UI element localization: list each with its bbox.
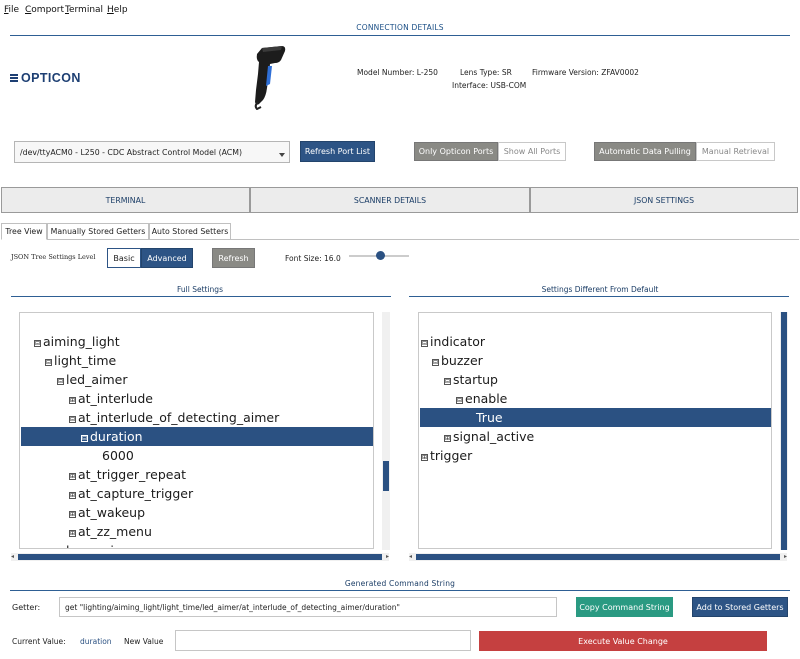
tree-node[interactable]: ⊟ light_time — [45, 351, 116, 370]
scroll-left-icon[interactable]: ◂ — [409, 553, 412, 560]
add-to-stored-getters-button[interactable]: Add to Stored Getters — [692, 597, 788, 617]
refresh-settings-button[interactable]: Refresh — [212, 248, 255, 268]
scrollbar-thumb[interactable] — [18, 554, 382, 560]
connection-details-title: CONNECTION DETAILS — [356, 23, 444, 32]
tree-selection-highlight — [21, 427, 373, 446]
scrollbar-thumb[interactable] — [416, 554, 780, 560]
full-settings-tree[interactable]: ⊟ aiming_light ⊟ light_time ⊟ led_aimer ⊞ at… — [19, 312, 374, 549]
scroll-right-icon[interactable]: ▸ — [386, 553, 389, 560]
tree-node[interactable]: ⊟ led_aimer — [57, 370, 128, 389]
current-value: duration — [80, 637, 112, 646]
refresh-port-list-button[interactable]: Refresh Port List — [300, 141, 375, 162]
tree-node[interactable]: ⊟ buzzer — [432, 351, 483, 370]
scrollbar-thumb[interactable] — [781, 312, 787, 550]
tree-selection-highlight — [420, 408, 771, 427]
tab-auto-stored-setters[interactable]: Auto Stored Setters — [149, 223, 231, 240]
tree-node[interactable]: ⊞ at_interlude — [69, 389, 153, 408]
menu-terminal[interactable]: Terminal — [65, 5, 103, 15]
logo-bars-icon — [10, 72, 18, 83]
tree-node-selected[interactable]: ⊟ duration — [81, 427, 143, 446]
scroll-left-icon[interactable]: ◂ — [11, 553, 14, 560]
port-select[interactable]: /dev/ttyACM0 - L250 - CDC Abstract Contr… — [14, 141, 290, 163]
only-opticon-ports-toggle[interactable]: Only Opticon Ports — [414, 142, 498, 161]
scanner-image — [254, 46, 286, 110]
new-value-label: New Value — [124, 637, 164, 646]
menu-bar: File Comport Terminal Help — [0, 0, 800, 20]
diff-settings-vertical-scrollbar[interactable] — [780, 312, 788, 550]
tree-node[interactable]: ⊞laser_aimer — [57, 541, 139, 548]
connection-divider — [10, 35, 790, 36]
scroll-right-icon[interactable]: ▸ — [784, 553, 787, 560]
diff-settings-title: Settings Different From Default — [541, 285, 659, 294]
tree-node[interactable]: ⊞ at_trigger_repeat — [69, 465, 186, 484]
manual-retrieval-toggle[interactable]: Manual Retrieval — [696, 142, 775, 161]
tree-node[interactable]: ⊟ enable — [456, 389, 507, 408]
tab-scanner-details[interactable]: SCANNER DETAILS — [250, 187, 530, 213]
tab-json-settings[interactable]: JSON SETTINGS — [530, 187, 798, 213]
subtab-baseline — [231, 239, 799, 240]
model-number: Model Number: L-250 — [357, 68, 438, 77]
tree-node[interactable]: ⊟ at_interlude_of_detecting_aimer — [69, 408, 279, 427]
menu-help[interactable]: Help — [107, 5, 128, 15]
getter-command-field[interactable]: get "lighting/aiming_light/light_time/le… — [59, 597, 557, 617]
settings-level-label: JSON Tree Settings Level — [11, 253, 96, 261]
generated-command-title: Generated Command String — [344, 579, 456, 588]
menu-comport[interactable]: Comport — [25, 5, 64, 15]
diff-settings-divider — [409, 296, 789, 297]
basic-level-button[interactable]: Basic — [107, 248, 141, 268]
chevron-down-icon — [279, 153, 285, 157]
menu-file[interactable]: File — [4, 5, 19, 15]
tree-node[interactable]: ⊟ indicator — [421, 332, 485, 351]
diff-settings-horizontal-scrollbar[interactable]: ◂ ▸ — [409, 553, 787, 561]
current-value-label: Current Value: — [12, 637, 66, 646]
tab-terminal[interactable]: TERMINAL — [1, 187, 250, 213]
full-settings-divider — [11, 296, 391, 297]
tree-node[interactable]: ⊞ at_wakeup — [69, 503, 145, 522]
font-size-label: Font Size: 16.0 — [285, 254, 341, 263]
interface-type: Interface: USB-COM — [452, 81, 527, 90]
lens-type: Lens Type: SR — [460, 68, 512, 77]
tree-node[interactable]: ⊞ at_zz_menu — [69, 522, 152, 541]
full-settings-title: Full Settings — [177, 285, 223, 294]
font-size-slider-handle[interactable] — [376, 251, 385, 260]
advanced-level-button[interactable]: Advanced — [141, 248, 193, 268]
new-value-input[interactable] — [175, 630, 471, 651]
tree-node[interactable]: ⊞ at_capture_trigger — [69, 484, 193, 503]
diff-settings-tree[interactable]: ⊟ indicator ⊟ buzzer ⊟ startup ⊟ enable True… — [418, 312, 772, 549]
tree-node[interactable]: ⊞ signal_active — [444, 427, 534, 446]
tree-node[interactable]: ⊞ trigger — [421, 446, 472, 465]
show-all-ports-toggle[interactable]: Show All Ports — [498, 142, 566, 161]
copy-command-string-button[interactable]: Copy Command String — [576, 597, 673, 617]
getter-label: Getter: — [12, 603, 41, 612]
opticon-logo: OPTICON — [10, 71, 81, 85]
automatic-data-pulling-toggle[interactable]: Automatic Data Pulling — [594, 142, 696, 161]
full-settings-vertical-scrollbar[interactable] — [382, 312, 390, 550]
tree-node[interactable]: ⊟ aiming_light — [34, 332, 120, 351]
tree-node[interactable]: ⊟ startup — [444, 370, 498, 389]
scrollbar-thumb[interactable] — [383, 461, 389, 491]
command-divider — [10, 590, 790, 591]
tree-leaf-value-selected[interactable]: True — [476, 408, 503, 427]
firmware-version: Firmware Version: ZFAV0002 — [532, 68, 639, 77]
tab-tree-view[interactable]: Tree View — [1, 223, 47, 240]
execute-value-change-button[interactable]: Execute Value Change — [479, 631, 767, 651]
tab-manually-stored-getters[interactable]: Manually Stored Getters — [47, 223, 149, 240]
tree-leaf-value[interactable]: 6000 — [102, 446, 134, 465]
full-settings-horizontal-scrollbar[interactable]: ◂ ▸ — [11, 553, 389, 561]
